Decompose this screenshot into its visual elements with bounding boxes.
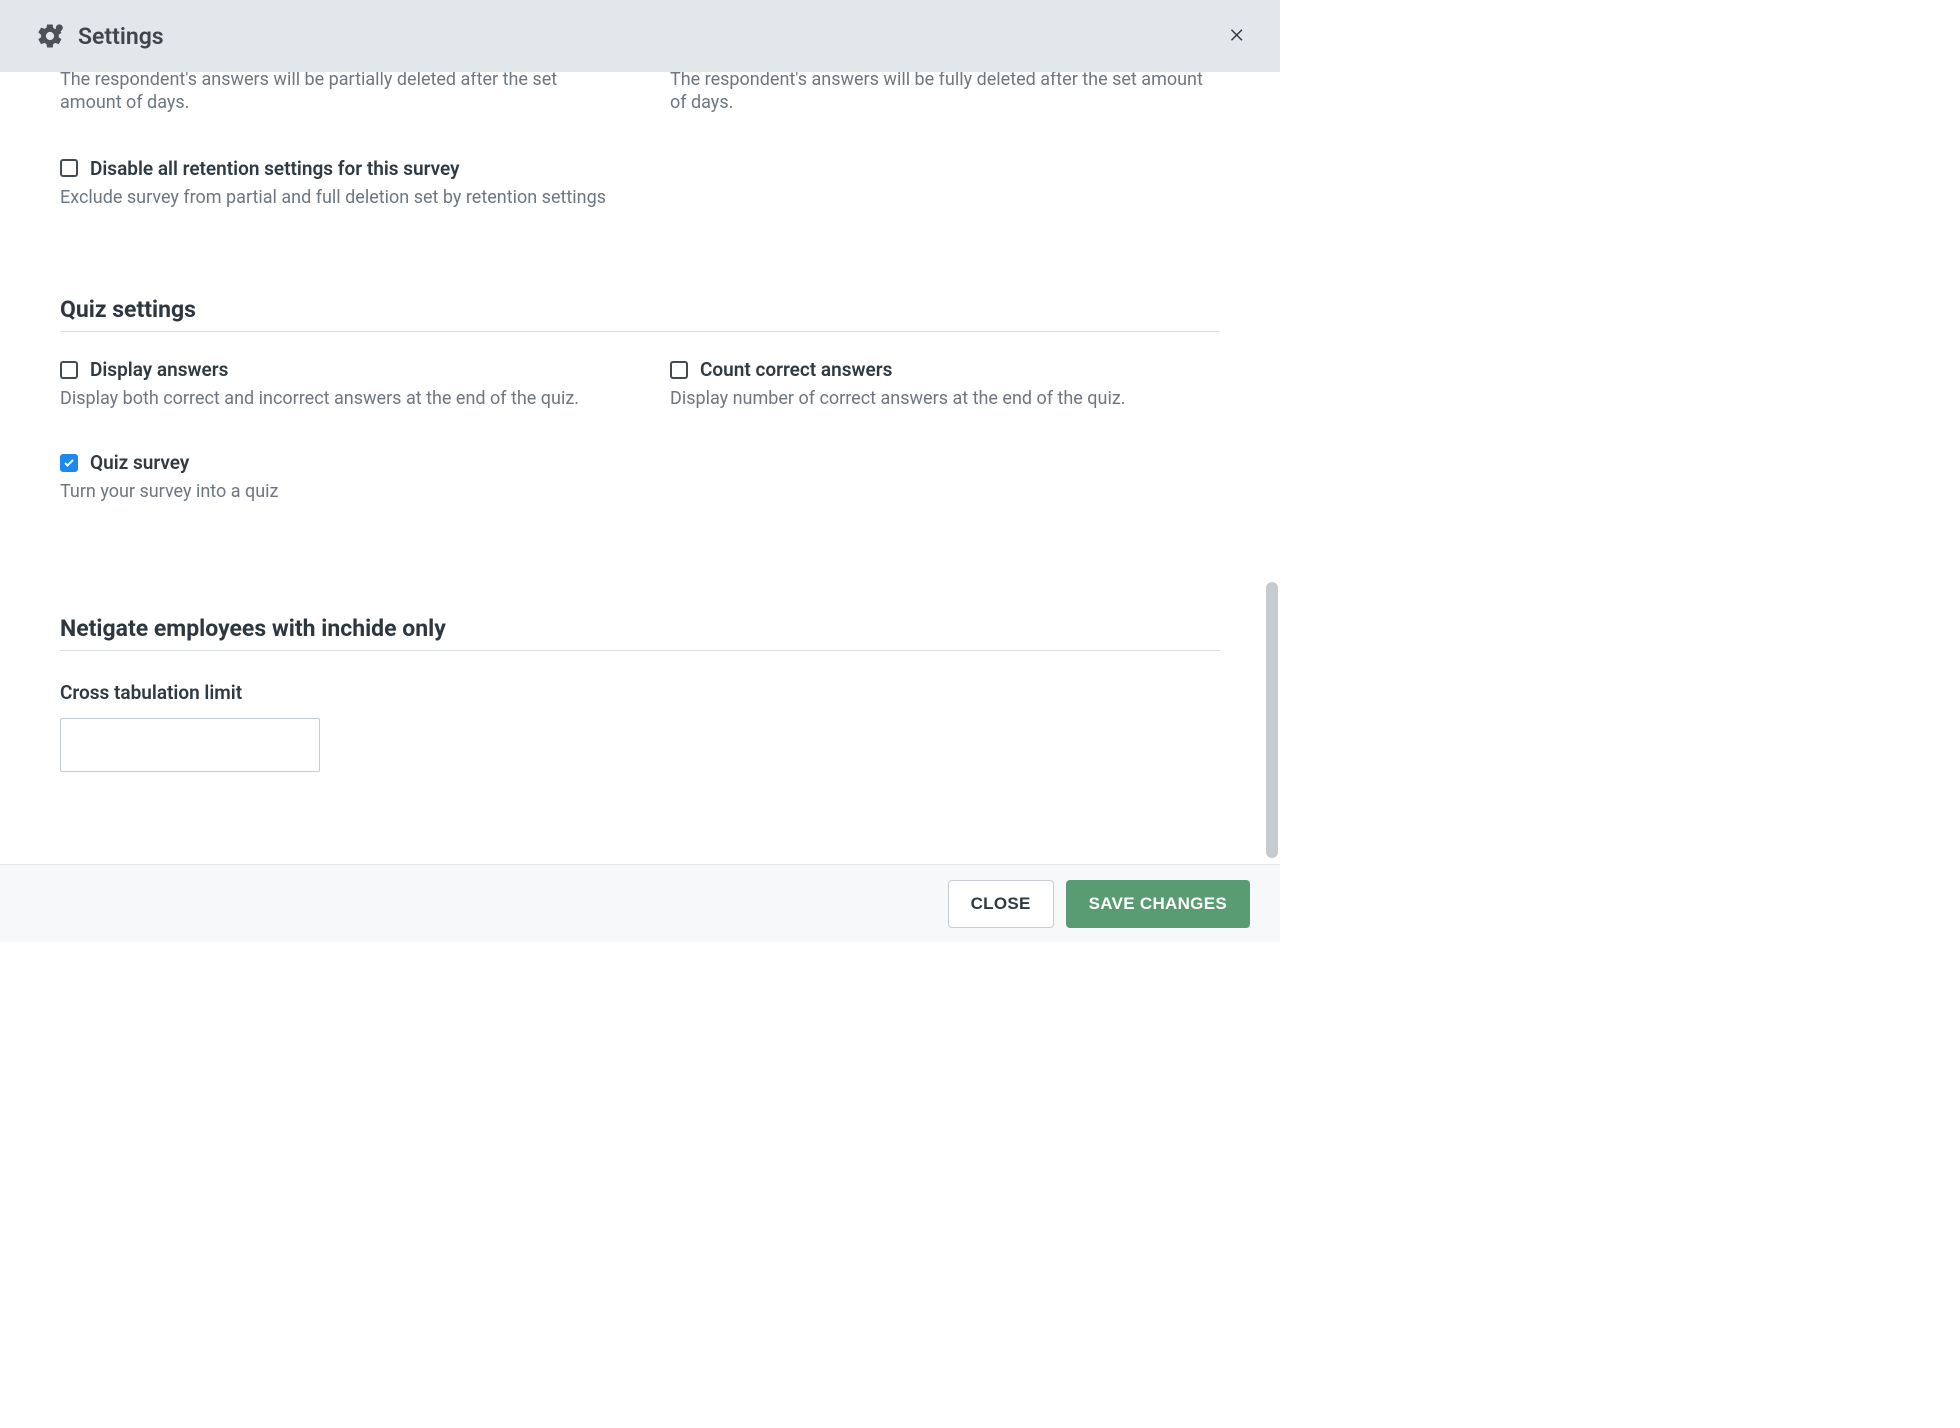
display-answers-label: Display answers [90,358,228,381]
quiz-row-2: Quiz survey Turn your survey into a quiz [60,451,1220,504]
count-correct-label: Count correct answers [700,358,892,381]
count-correct-checkbox[interactable] [670,361,688,379]
quiz-row-1: Display answers Display both correct and… [60,358,1220,411]
retention-disable-col: Disable all retention settings for this … [60,157,610,210]
quiz-survey-desc: Turn your survey into a quiz [60,480,610,504]
internal-heading: Netigate employees with inchide only [60,615,1220,651]
quiz-survey-label: Quiz survey [90,451,189,474]
disable-retention-checkbox[interactable] [60,159,78,177]
retention-disable-block: Disable all retention settings for this … [60,157,1220,210]
cross-tab-input[interactable] [60,718,320,772]
retention-partial-desc: The respondent's answers will be partial… [60,72,610,115]
retention-disable-row: Disable all retention settings for this … [60,157,610,180]
display-answers-checkbox[interactable] [60,361,78,379]
settings-modal: Settings The respondent's answers will b… [0,0,1280,942]
modal-body: The respondent's answers will be partial… [0,72,1280,864]
modal-title: Settings [78,23,164,50]
quiz-settings-heading: Quiz settings [60,296,1220,332]
disable-retention-desc: Exclude survey from partial and full del… [60,186,610,210]
display-answers-desc: Display both correct and incorrect answe… [60,387,610,411]
quiz-survey-col: Quiz survey Turn your survey into a quiz [60,451,610,504]
retention-row-clipped: The respondent's answers will be partial… [60,72,1220,115]
modal-header-left: Settings [36,22,164,50]
display-answers-col: Display answers Display both correct and… [60,358,610,411]
quiz-survey-checkbox[interactable] [60,454,78,472]
modal-footer: CLOSE SAVE CHANGES [0,864,1280,942]
retention-partial-col: The respondent's answers will be partial… [60,72,610,115]
close-icon[interactable] [1220,18,1254,54]
save-changes-button[interactable]: SAVE CHANGES [1066,880,1250,928]
retention-full-col: The respondent's answers will be fully d… [670,72,1220,115]
modal-header: Settings [0,0,1280,72]
scrollbar-track[interactable] [1264,72,1280,864]
scrollbar-thumb[interactable] [1266,582,1278,858]
disable-retention-label: Disable all retention settings for this … [90,157,460,180]
count-correct-col: Count correct answers Display number of … [670,358,1220,411]
retention-full-desc: The respondent's answers will be fully d… [670,72,1220,115]
close-button[interactable]: CLOSE [948,880,1054,928]
count-correct-desc: Display number of correct answers at the… [670,387,1220,411]
gear-icon [36,22,64,50]
cross-tab-label: Cross tabulation limit [60,681,1220,704]
